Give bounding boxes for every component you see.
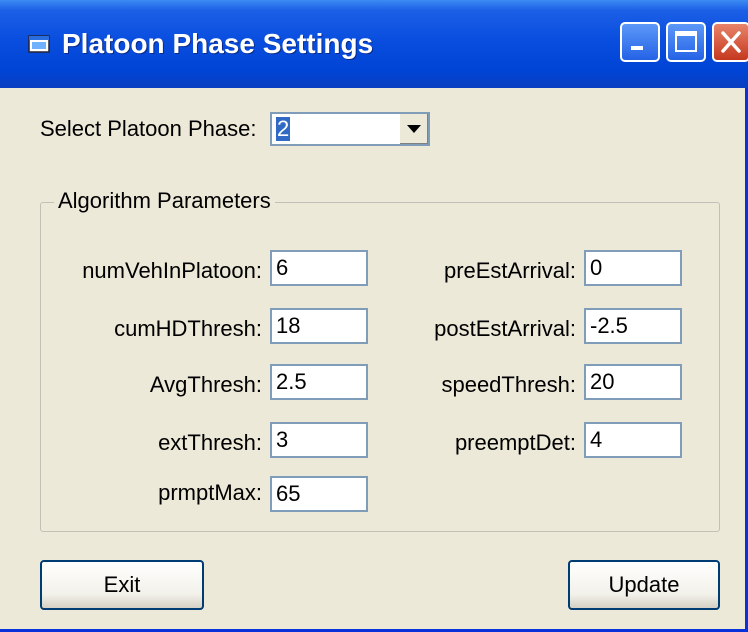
postestarrival-input[interactable]: -2.5 (584, 308, 682, 344)
cumhdthresh-label: cumHDThresh: (114, 316, 262, 341)
platoon-phase-settings-window: Platoon Phase Settings Select Platoon Ph… (0, 0, 748, 632)
prmptmax-input[interactable]: 65 (270, 476, 368, 512)
phase-label: Select Platoon Phase: (40, 116, 257, 141)
extthresh-label: extThresh: (158, 430, 262, 455)
preemptdet-label: preemptDet: (454, 430, 576, 455)
exit-button[interactable]: Exit (40, 560, 204, 610)
numvehinplatoon-input[interactable]: 6 (270, 250, 368, 286)
chevron-down-icon (407, 125, 421, 133)
phase-dropdown-button[interactable] (399, 114, 428, 144)
close-button[interactable] (712, 22, 748, 62)
algorithm-parameters-title: Algorithm Parameters (54, 188, 275, 214)
preestarrival-label: preEstArrival: (443, 258, 576, 283)
minimize-icon (631, 46, 643, 50)
extthresh-input[interactable]: 3 (270, 422, 368, 458)
close-icon (721, 31, 741, 53)
update-button[interactable]: Update (568, 560, 720, 610)
preestarrival-input[interactable]: 0 (584, 250, 682, 286)
title-bar[interactable]: Platoon Phase Settings (0, 0, 748, 88)
phase-select[interactable]: 2 (270, 112, 430, 146)
avgthresh-input[interactable]: 2.5 (270, 364, 368, 400)
maximize-icon (675, 31, 697, 52)
cumhdthresh-input[interactable]: 18 (270, 308, 368, 344)
speedthresh-label: speedThresh: (441, 372, 576, 397)
avgthresh-label: AvgThresh: (149, 372, 262, 397)
minimize-button[interactable] (620, 22, 660, 62)
numvehinplatoon-label: numVehInPlatoon: (82, 258, 262, 283)
prmptmax-label: prmptMax: (158, 480, 262, 505)
phase-select-value: 2 (276, 116, 291, 141)
window-title: Platoon Phase Settings (62, 28, 374, 59)
postestarrival-label: postEstArrival: (434, 316, 576, 341)
maximize-button[interactable] (666, 22, 706, 62)
preemptdet-input[interactable]: 4 (584, 422, 682, 458)
app-window-icon (28, 35, 50, 53)
speedthresh-input[interactable]: 20 (584, 364, 682, 400)
